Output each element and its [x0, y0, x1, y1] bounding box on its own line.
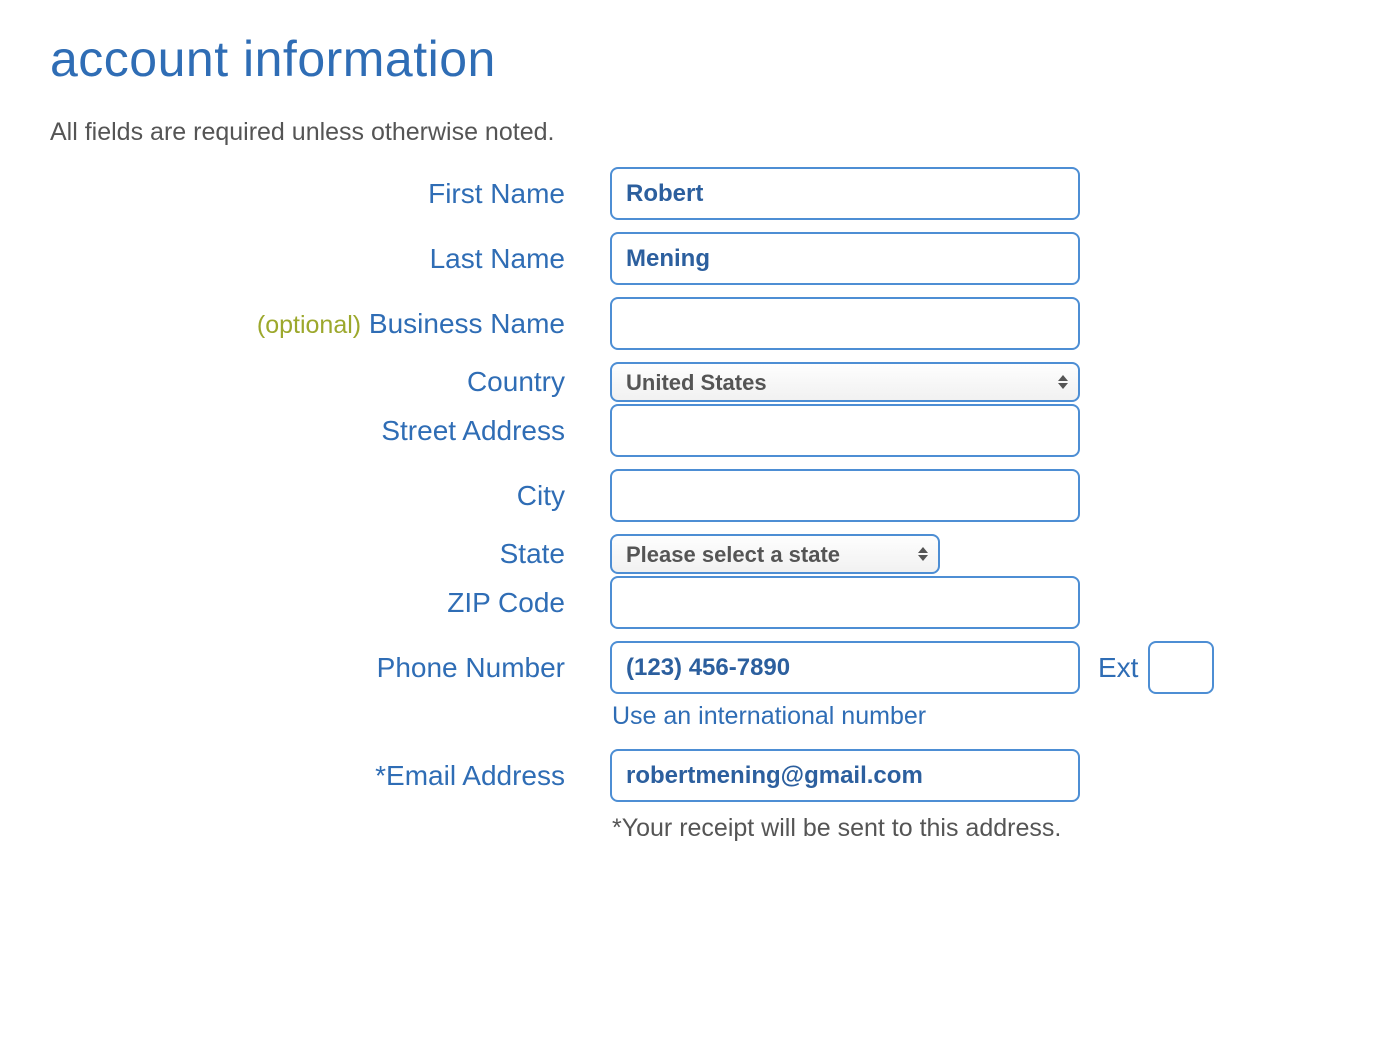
- business-name-label: (optional) Business Name: [50, 308, 610, 340]
- last-name-label: Last Name: [50, 243, 610, 275]
- required-note: All fields are required unless otherwise…: [50, 118, 1348, 147]
- country-label: Country: [50, 366, 610, 398]
- phone-label: Phone Number: [50, 652, 610, 684]
- city-label: City: [50, 480, 610, 512]
- optional-tag: (optional): [257, 311, 361, 339]
- state-label: State: [50, 538, 610, 570]
- city-input[interactable]: [610, 469, 1080, 522]
- first-name-label: First Name: [50, 178, 610, 210]
- street-label: Street Address: [50, 415, 610, 447]
- ext-label: Ext: [1098, 652, 1138, 684]
- first-name-input[interactable]: [610, 167, 1080, 220]
- state-select[interactable]: Please select a state: [610, 534, 940, 574]
- zip-label: ZIP Code: [50, 587, 610, 619]
- zip-input[interactable]: [610, 576, 1080, 629]
- country-select[interactable]: United States: [610, 362, 1080, 402]
- last-name-input[interactable]: [610, 232, 1080, 285]
- email-input[interactable]: [610, 749, 1080, 802]
- email-label: *Email Address: [50, 760, 610, 792]
- intl-number-link[interactable]: Use an international number: [610, 702, 1348, 731]
- receipt-note: *Your receipt will be sent to this addre…: [610, 814, 1348, 843]
- page-title: account information: [50, 30, 1348, 88]
- ext-input[interactable]: [1148, 641, 1214, 694]
- street-input[interactable]: [610, 404, 1080, 457]
- phone-input[interactable]: [610, 641, 1080, 694]
- business-name-input[interactable]: [610, 297, 1080, 350]
